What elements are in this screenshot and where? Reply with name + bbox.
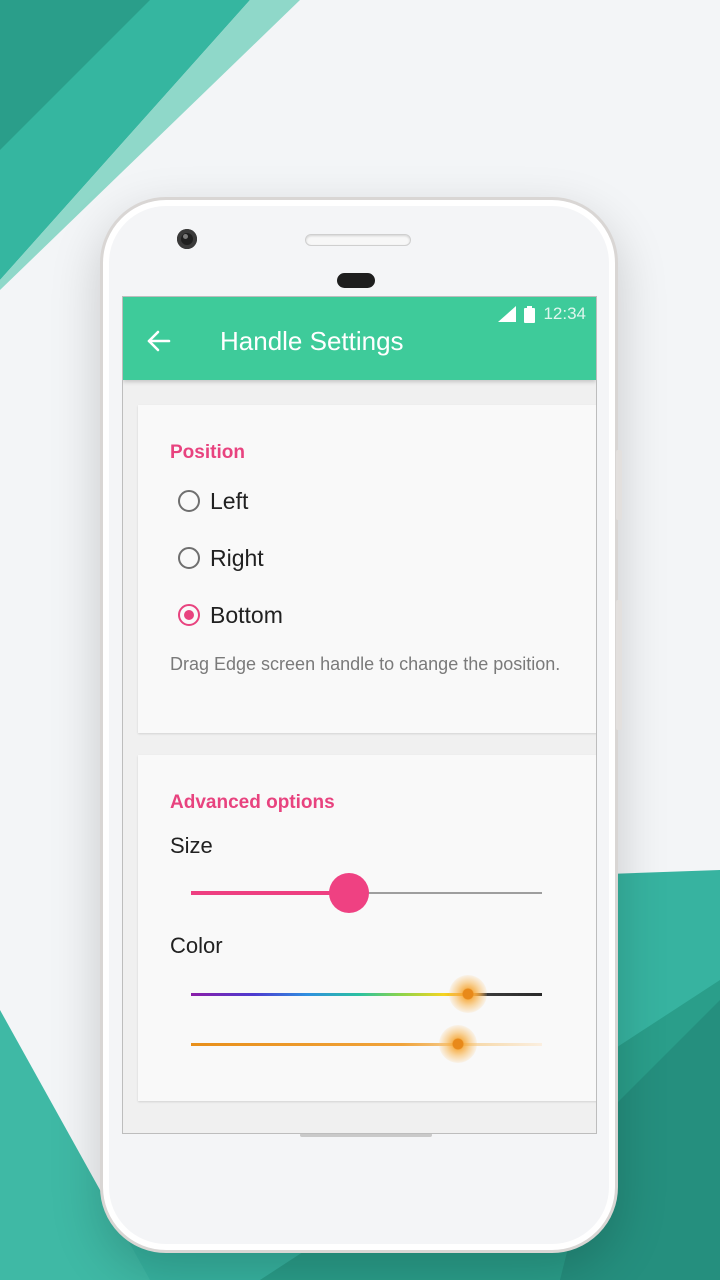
color-label: Color xyxy=(170,933,223,958)
hue-slider-track xyxy=(191,993,542,996)
volume-button xyxy=(616,450,622,520)
radio-option-left[interactable]: Left xyxy=(178,484,248,518)
advanced-section-title: Advanced options xyxy=(170,792,335,813)
phone-screen: 12:34 Handle Settings Position Left Righ… xyxy=(122,296,597,1134)
radio-option-bottom[interactable]: Bottom xyxy=(178,598,283,632)
radio-button-right[interactable] xyxy=(178,547,200,569)
arrow-left-icon[interactable] xyxy=(145,327,173,355)
hue-slider[interactable] xyxy=(191,974,542,1014)
app-bar: 12:34 Handle Settings xyxy=(123,297,596,380)
proximity-sensor xyxy=(337,273,375,288)
status-bar: 12:34 xyxy=(498,303,586,325)
size-slider[interactable] xyxy=(191,873,542,913)
radio-option-right[interactable]: Right xyxy=(178,541,264,575)
radio-label-bottom: Bottom xyxy=(210,601,283,628)
hue-slider-thumb[interactable] xyxy=(449,975,488,1013)
size-slider-fill xyxy=(191,891,349,895)
signal-icon xyxy=(498,306,517,322)
page-title: Handle Settings xyxy=(220,326,404,356)
shade-slider-thumb[interactable] xyxy=(438,1025,477,1063)
earpiece-speaker xyxy=(305,234,411,246)
position-section-title: Position xyxy=(170,442,245,463)
radio-label-right: Right xyxy=(210,544,264,571)
position-card: Position Left Right Bottom Drag Edge scr… xyxy=(138,405,596,733)
shade-slider[interactable] xyxy=(191,1024,542,1064)
radio-label-left: Left xyxy=(210,487,249,514)
battery-icon xyxy=(524,305,536,323)
size-label: Size xyxy=(170,833,213,858)
radio-button-bottom[interactable] xyxy=(178,604,200,626)
position-help-text: Drag Edge screen handle to change the po… xyxy=(170,654,561,674)
status-time: 12:34 xyxy=(543,304,586,323)
size-slider-thumb[interactable] xyxy=(328,873,369,913)
front-camera xyxy=(177,229,197,249)
advanced-options-card: Advanced options Size Color xyxy=(138,755,596,1101)
radio-button-left[interactable] xyxy=(178,490,200,512)
shade-slider-track xyxy=(191,1043,542,1046)
power-button xyxy=(616,600,622,730)
